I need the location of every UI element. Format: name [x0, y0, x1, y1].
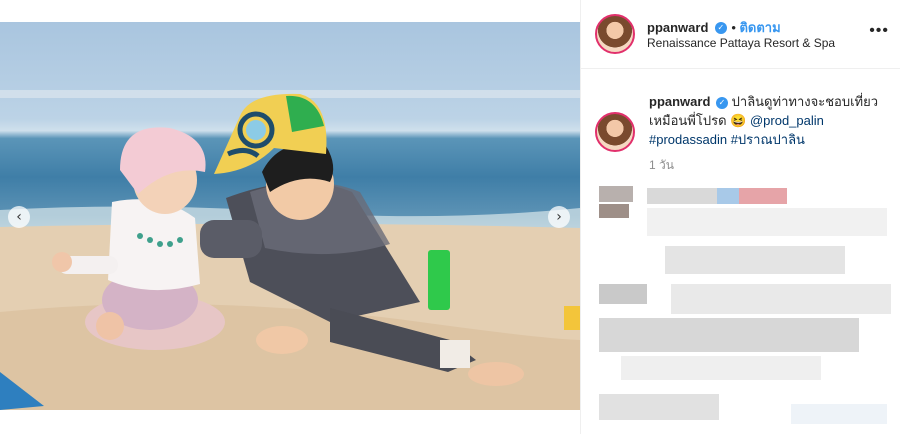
blurred-avatar	[599, 284, 647, 304]
caption-emoji: 😆	[730, 113, 747, 128]
post-header: ppanward ✓ • ติดตาม Renaissance Pattaya …	[581, 0, 900, 69]
location-link[interactable]: Renaissance Pattaya Resort & Spa	[647, 36, 835, 50]
blurred-avatar	[599, 204, 629, 218]
more-options-icon[interactable]: •••	[869, 22, 889, 40]
post-time: 1 วัน	[649, 158, 674, 172]
blurred-text	[717, 188, 739, 204]
blurred-text	[671, 284, 891, 314]
post-photo[interactable]: ‹ ›	[0, 22, 580, 410]
verified-badge-icon: ✓	[716, 96, 729, 109]
beach-scene	[0, 90, 580, 410]
blurred-text	[647, 188, 717, 204]
caption-username[interactable]: ppanward	[649, 94, 710, 109]
carousel-prev-button[interactable]: ‹	[8, 206, 30, 228]
follow-button[interactable]: ติดตาม	[739, 20, 780, 35]
caption-mention[interactable]: @prod_palin	[750, 113, 824, 128]
blurred-text	[599, 318, 859, 352]
caption-avatar[interactable]	[595, 112, 635, 152]
caption-hashtag-1[interactable]: #prodassadin	[649, 132, 727, 147]
blurred-text	[647, 208, 887, 236]
blurred-text	[621, 356, 821, 380]
post-side-panel: ppanward ✓ • ติดตาม Renaissance Pattaya …	[580, 0, 900, 434]
header-avatar[interactable]	[595, 14, 635, 54]
post-caption: ppanward ✓ ปาลินดูท่าทางจะชอบเที่ยวเหมือ…	[649, 92, 889, 149]
blurred-text	[791, 404, 887, 424]
blurred-text	[599, 394, 719, 420]
caption-hashtag-2[interactable]: #ปราณปาลิน	[731, 132, 805, 147]
verified-badge-icon: ✓	[714, 21, 727, 34]
blurred-text	[665, 246, 845, 274]
chevron-left-icon: ‹	[16, 209, 22, 225]
carousel-next-button[interactable]: ›	[548, 206, 570, 228]
header-username[interactable]: ppanward	[647, 20, 708, 35]
blurred-avatar	[599, 186, 633, 202]
chevron-right-icon: ›	[556, 209, 562, 225]
blurred-text	[739, 188, 787, 204]
